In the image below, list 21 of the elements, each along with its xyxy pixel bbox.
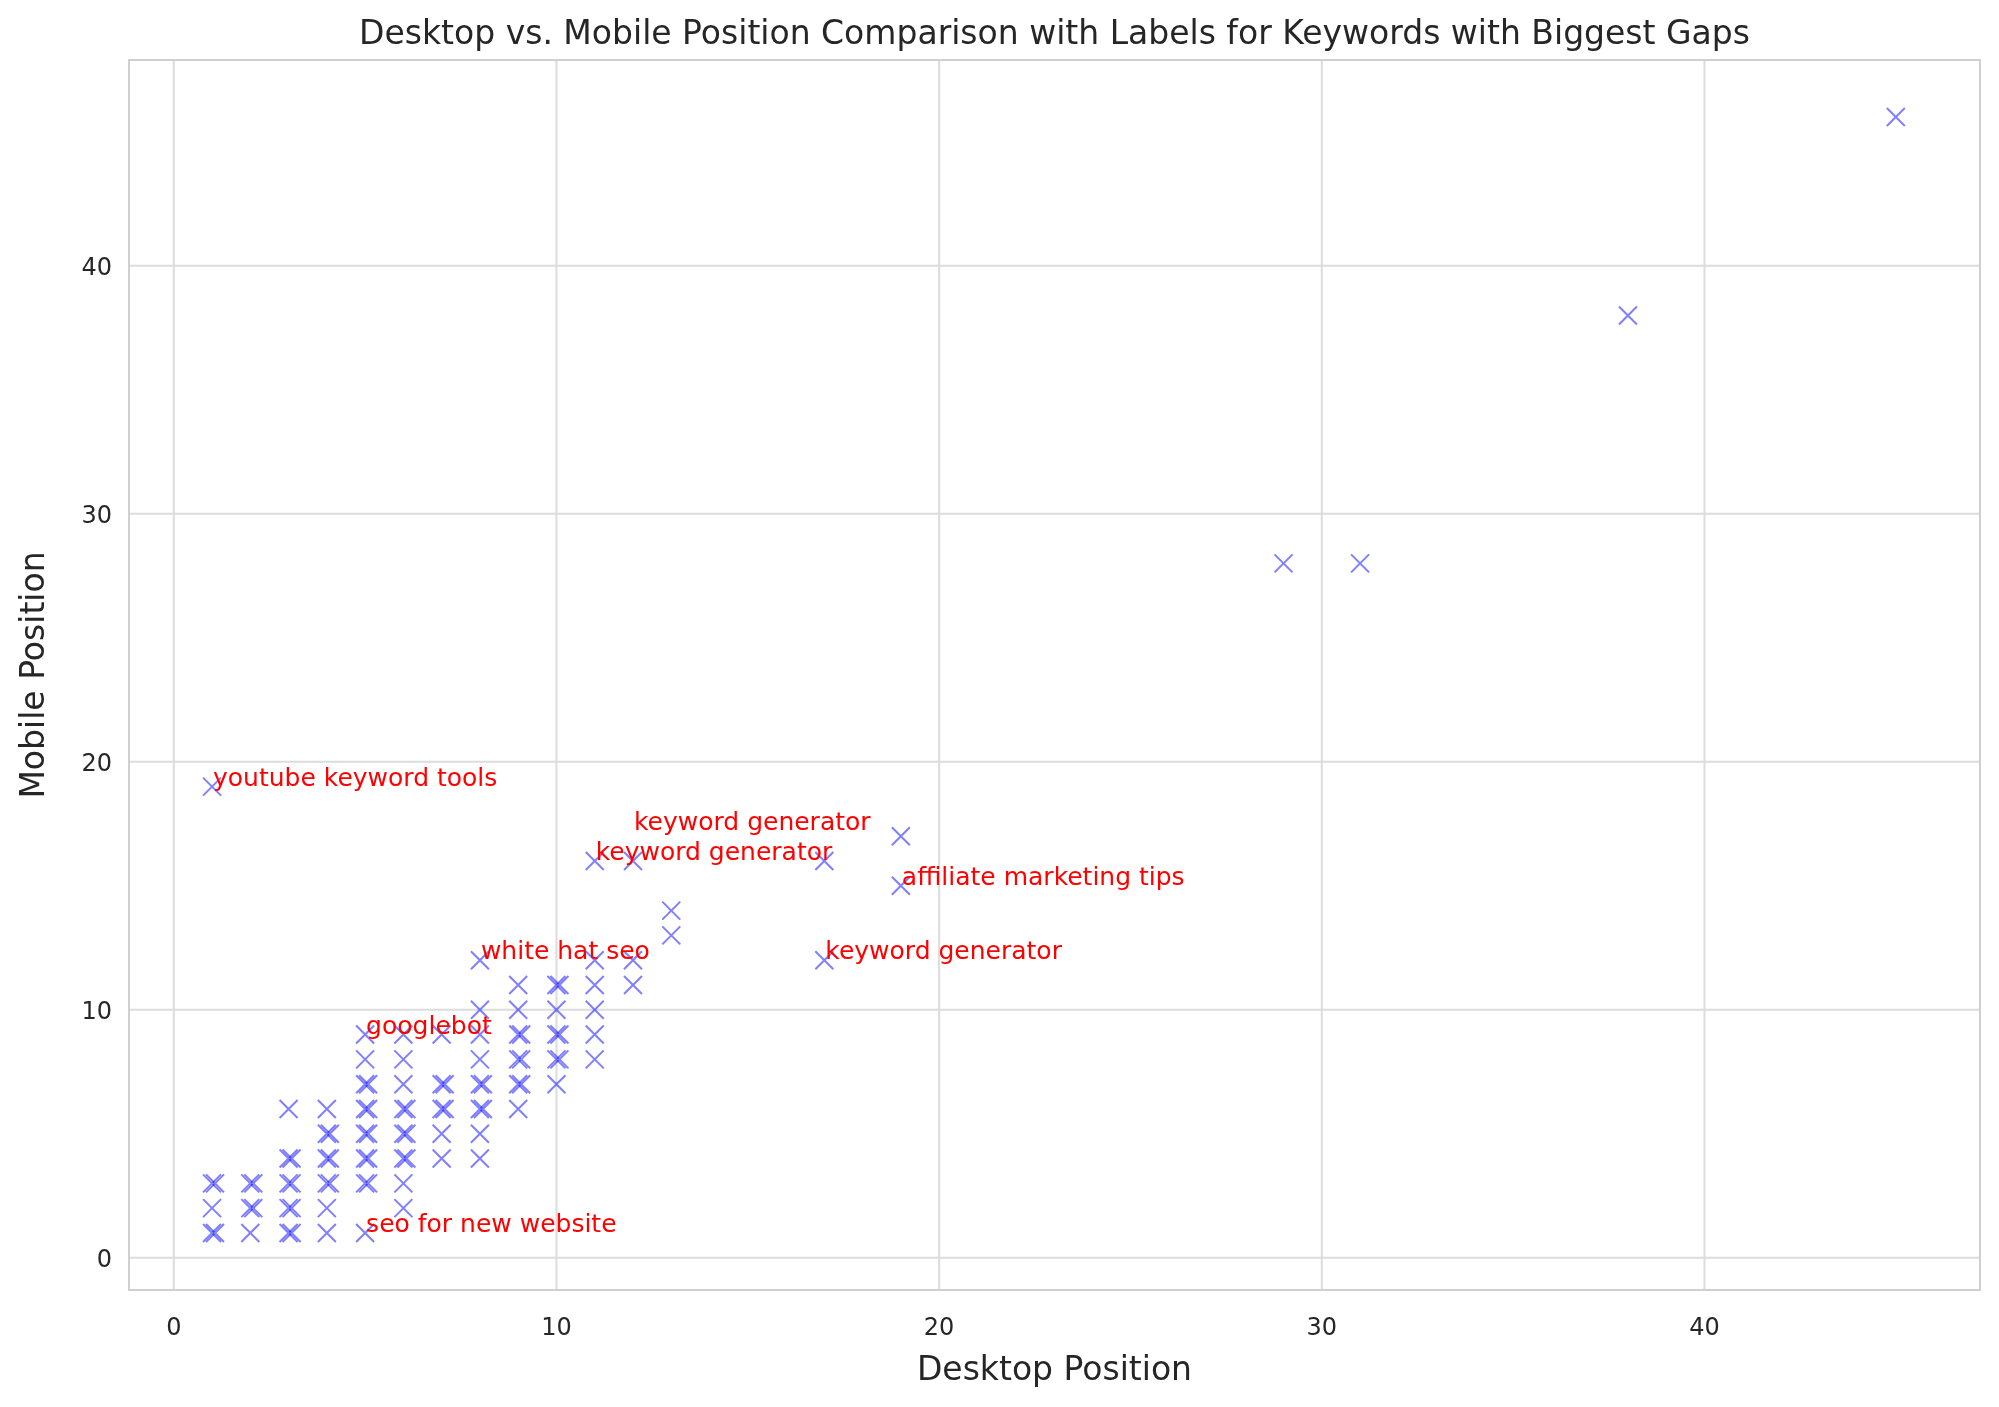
axis-title: Mobile Position [13, 551, 52, 799]
axis-title: Desktop Position [916, 1349, 1193, 1388]
point-label: googlebot [366, 1010, 492, 1040]
point-label: keyword generator [634, 807, 871, 836]
tick-label: 0 [166, 1313, 182, 1341]
point-label: keyword generator [595, 837, 833, 866]
point-label: keyword generator [825, 936, 1062, 966]
tick-label: 20 [81, 748, 112, 777]
tick-label: 0 [96, 1244, 112, 1273]
tick-label: 10 [81, 996, 112, 1025]
point-label: white hat seo [480, 936, 650, 966]
point-label: seo for new website [366, 1208, 617, 1238]
point-label: affiliate marketing tips [901, 861, 1185, 891]
tick-label: 40 [1689, 1313, 1720, 1341]
tick-label: 30 [1306, 1313, 1338, 1341]
tick-label: 30 [81, 500, 112, 529]
tick-label: 40 [81, 252, 112, 281]
tick-label: 20 [923, 1313, 955, 1341]
chart-title: Desktop vs. Mobile Position Comparison with Labels for Keywords with Biggest Gaps [359, 13, 1750, 52]
point-label: youtube keyword tools [213, 762, 498, 792]
tick-label: 10 [541, 1313, 572, 1341]
